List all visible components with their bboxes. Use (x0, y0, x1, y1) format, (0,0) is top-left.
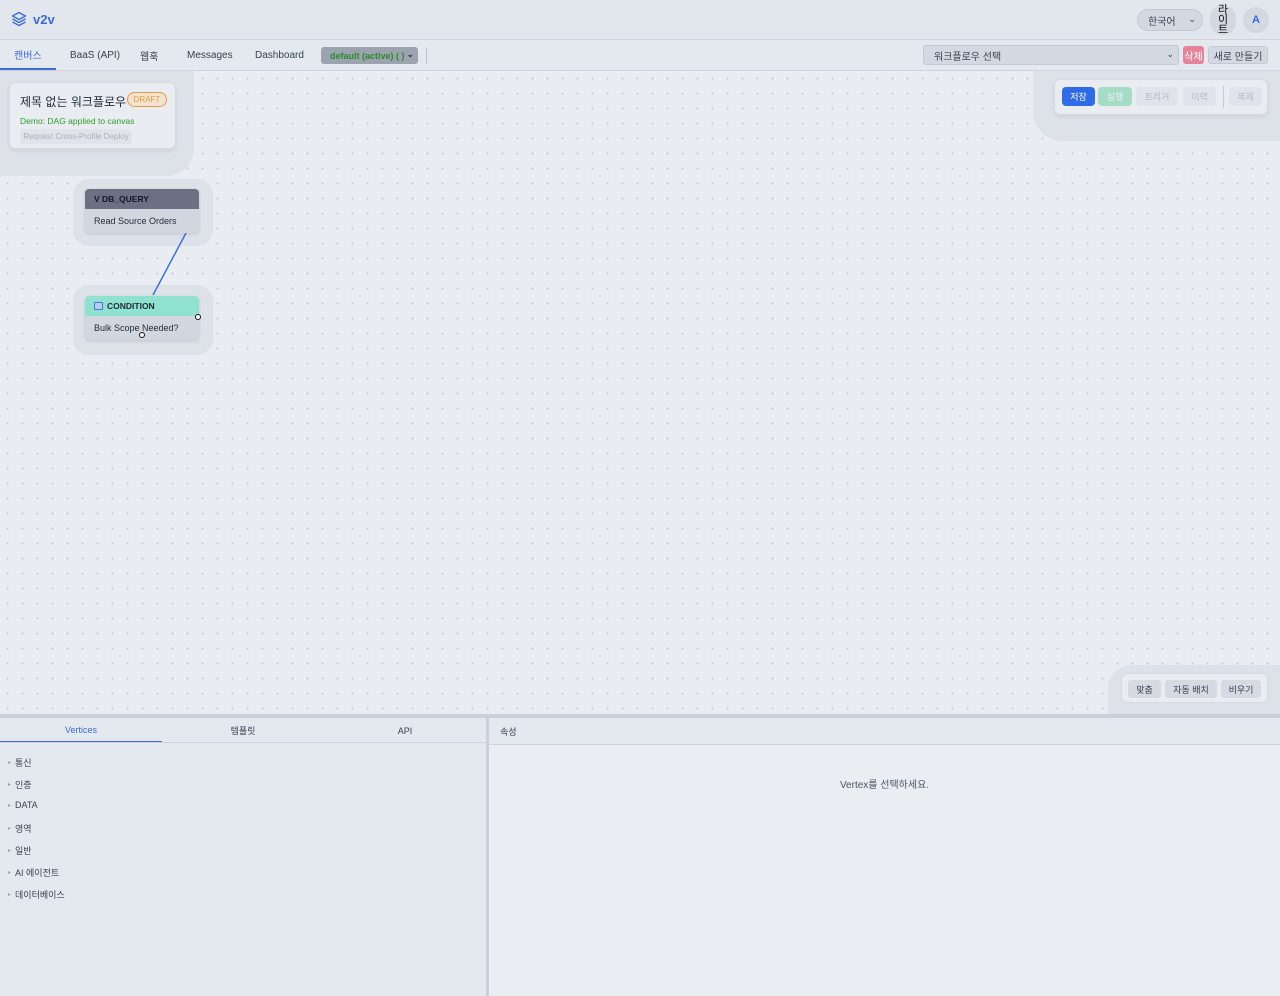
tab-vertices[interactable]: Vertices (0, 718, 162, 743)
fit-view-button[interactable]: 맞춤 (1128, 680, 1161, 698)
avatar[interactable]: A (1243, 7, 1269, 33)
output-port[interactable] (139, 332, 145, 338)
chevron-down-icon: ⌄ (1188, 14, 1196, 24)
properties-panel: 속성 Vertex를 선택하세요. (489, 718, 1280, 996)
node-type-label: V DB_QUERY (85, 189, 199, 209)
properties-title: 속성 (489, 718, 1280, 745)
palette-panel: Vertices 템플릿 API ▸ 통신 ▸ 인증 ▸ DATA ▸ 영역 ▸ 일반 ▸… (0, 718, 486, 996)
workflow-select[interactable]: 워크플로우 선택 ⌄ (923, 45, 1179, 65)
clear-canvas-button[interactable]: 비우기 (1221, 680, 1261, 698)
theme-toggle-button[interactable]: 라이트 (1210, 4, 1236, 36)
chevron-right-icon: ▸ (8, 782, 12, 788)
profile-select-value: default (active) ( ) (330, 50, 405, 61)
canvas-controls: 맞춤 자동 배치 비우기 (1121, 673, 1268, 703)
run-button[interactable]: 실행 (1098, 87, 1132, 106)
top-bar: v2v 한국어 ⌄ 라이트 A (0, 0, 1280, 40)
category-communication[interactable]: ▸ 통신 (8, 756, 32, 769)
category-ai-agent[interactable]: ▸ AI 에이전트 (8, 866, 59, 879)
chevron-right-icon: ▸ (8, 892, 12, 898)
tab-webhook[interactable]: 웹훅 (126, 40, 172, 70)
tab-baas-api[interactable]: BaaS (API) (56, 40, 134, 70)
chevron-right-icon: ▸ (8, 870, 12, 876)
canvas-toolbar: 저장 실행 트리거 이력 복제 (1054, 79, 1268, 115)
category-label: 인증 (15, 780, 32, 790)
tab-templates[interactable]: 템플릿 (162, 718, 324, 743)
save-button[interactable]: 저장 (1062, 87, 1095, 106)
duplicate-button[interactable]: 복제 (1229, 87, 1262, 106)
category-database[interactable]: ▸ 데이터베이스 (8, 888, 65, 901)
category-auth[interactable]: ▸ 인증 (8, 778, 32, 791)
node-header: CONDITION (85, 296, 199, 316)
tab-canvas[interactable]: 캔버스 (0, 40, 56, 70)
workflow-select-placeholder: 워크플로우 선택 (934, 51, 1002, 63)
tab-messages[interactable]: Messages (173, 40, 247, 70)
chevron-right-icon: ▸ (8, 760, 12, 766)
main-tab-bar: 캔버스 BaaS (API) 웹훅 Messages Dashboard def… (0, 40, 1280, 71)
category-data[interactable]: ▸ DATA (8, 800, 38, 810)
category-label: 영역 (15, 824, 32, 834)
edge-connection[interactable] (152, 232, 187, 296)
divider (426, 47, 427, 64)
node-label: Read Source Orders (85, 209, 199, 233)
divider (1223, 86, 1224, 108)
app-name: v2v (33, 11, 55, 27)
layers-icon (11, 11, 27, 27)
category-area[interactable]: ▸ 영역 (8, 822, 32, 835)
chevron-right-icon: ▸ (8, 802, 12, 809)
chevron-down-icon: ⌄ (1166, 49, 1174, 59)
node-type-label: CONDITION (107, 301, 155, 311)
trigger-button[interactable]: 트리거 (1136, 87, 1178, 106)
category-label: 데이터베이스 (15, 890, 65, 900)
tab-api[interactable]: API (324, 718, 486, 743)
divider (0, 742, 486, 743)
category-label: 일반 (15, 846, 32, 856)
condition-icon (94, 302, 103, 310)
category-label: DATA (15, 800, 38, 810)
chevron-right-icon: ▸ (8, 826, 12, 832)
chevron-down-icon: ⌄ (406, 49, 414, 59)
category-general[interactable]: ▸ 일반 (8, 844, 32, 857)
workflow-canvas[interactable]: 제목 없는 워크플로우 DRAFT Demo: DAG applied to c… (0, 71, 1280, 714)
output-port[interactable] (195, 314, 201, 320)
node-db-query[interactable]: V DB_QUERY Read Source Orders (85, 189, 199, 233)
category-label: 통신 (15, 758, 32, 768)
profile-select[interactable]: default (active) ( ) ⌄ (321, 47, 418, 64)
theme-label: 라이트 (1217, 4, 1229, 36)
language-value: 한국어 (1148, 16, 1176, 28)
history-button[interactable]: 이력 (1183, 87, 1216, 106)
auto-layout-button[interactable]: 자동 배치 (1165, 680, 1217, 698)
edge-layer (152, 232, 187, 296)
delete-workflow-button[interactable]: 삭제 (1183, 46, 1204, 64)
language-select[interactable]: 한국어 ⌄ (1137, 9, 1203, 31)
category-label: AI 에이전트 (15, 868, 60, 878)
tab-dashboard[interactable]: Dashboard (241, 40, 318, 70)
new-workflow-button[interactable]: 새로 만들기 (1208, 46, 1268, 64)
app-logo[interactable]: v2v (11, 11, 55, 27)
chevron-right-icon: ▸ (8, 848, 12, 854)
properties-empty-message: Vertex를 선택하세요. (839, 780, 930, 791)
